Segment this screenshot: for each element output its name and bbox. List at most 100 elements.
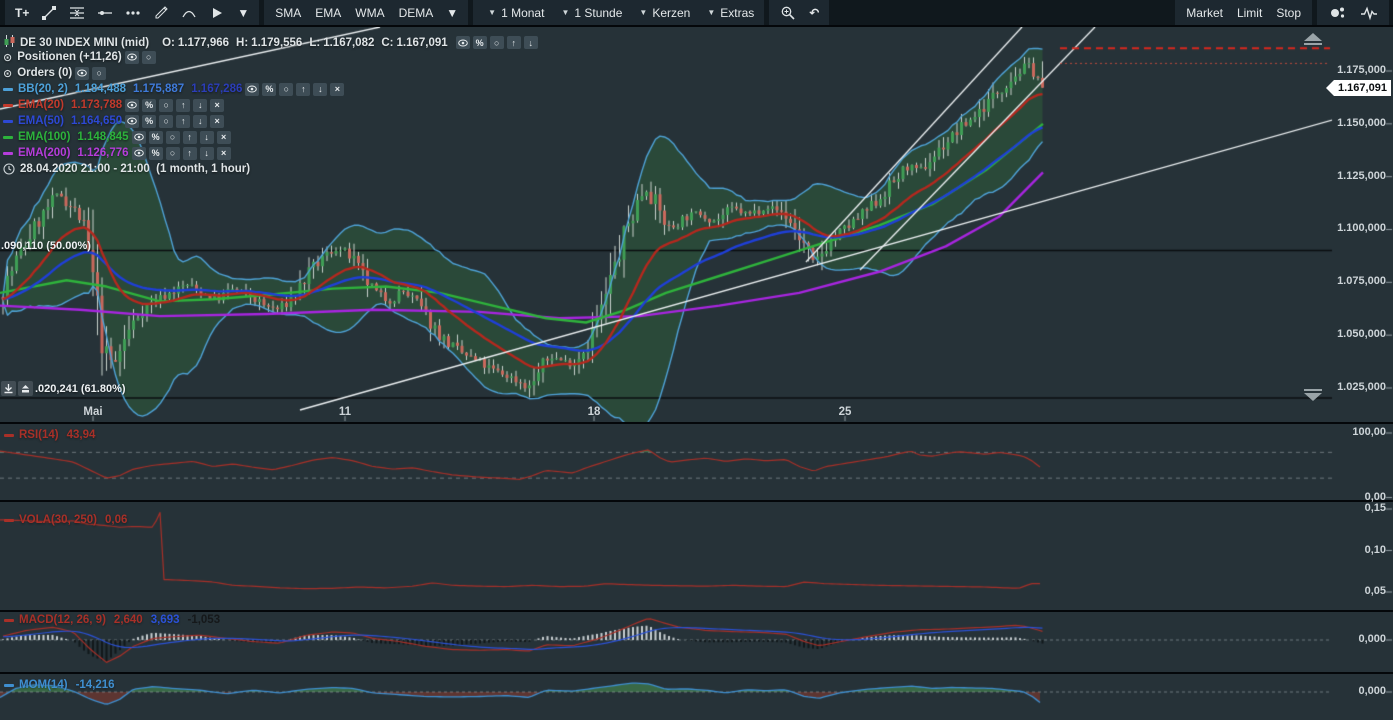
down-icon-button[interactable]: ↓: [199, 130, 214, 144]
ema50-label: EMA(50): [18, 115, 65, 127]
up-icon-button[interactable]: ↑: [182, 130, 197, 144]
eye-icon-button[interactable]: [75, 66, 90, 80]
time-tick-label: 11: [338, 406, 352, 418]
eye-icon-button[interactable]: [125, 114, 140, 128]
trendline-icon: [42, 5, 57, 20]
ma-indicator-caret[interactable]: ▼: [440, 0, 464, 25]
macd-value: 2,640: [113, 614, 143, 626]
arc-tool-button[interactable]: [175, 0, 203, 25]
legend-row-ema100: EMA(100) 1.148,845% ○ ↑ ↓ ×: [3, 129, 344, 145]
horizontal-line-tool-button[interactable]: [91, 0, 119, 25]
market-order-button[interactable]: Market: [1179, 0, 1230, 25]
down-icon-button[interactable]: ↓: [199, 146, 214, 160]
percent-icon-button[interactable]: %: [472, 36, 487, 49]
eye-icon-button[interactable]: [125, 98, 140, 112]
instrument-name: DE 30 INDEX MINI (mid): [20, 36, 150, 49]
zoom-button[interactable]: [773, 0, 803, 25]
price-tick-label: 1.050,000: [1337, 328, 1386, 341]
fib-618-text: .020,241 (61.80%): [35, 382, 126, 395]
high-value: 1.179,556: [251, 36, 303, 49]
extras-dropdown[interactable]: ▼ Extras: [696, 6, 760, 20]
legend-row-ema20: EMA(20) 1.173,788% ○ ↑ ↓ ×: [3, 97, 344, 113]
up-icon-button[interactable]: ↑: [176, 98, 191, 112]
percent-icon-button[interactable]: %: [148, 130, 163, 144]
price-tick-label: 1.150,000: [1337, 116, 1386, 129]
circle-icon-button[interactable]: ○: [159, 114, 174, 128]
percent-icon-button[interactable]: %: [262, 82, 277, 96]
eye-icon-button[interactable]: [124, 50, 139, 64]
separator-vola-macd: [0, 610, 1393, 612]
interval-dropdown-label: 1 Stunde: [574, 5, 623, 20]
percent-icon-button[interactable]: %: [142, 98, 157, 112]
vola-name: VOLA(30, 250): [19, 514, 97, 526]
limit-order-button[interactable]: Limit: [1230, 0, 1269, 25]
price-tick-label: 1.175,000: [1337, 64, 1386, 76]
eye-icon-button[interactable]: [131, 130, 146, 144]
down-icon-button[interactable]: ↓: [193, 114, 208, 128]
interval-dropdown[interactable]: ▼ 1 Stunde: [550, 6, 628, 20]
eye-icon-button[interactable]: [245, 82, 260, 96]
circle-icon-button[interactable]: ○: [141, 50, 156, 64]
period-dropdown[interactable]: ▼ 1 Monat: [477, 6, 550, 20]
mom-indicator-label: MOM(14) -14,216: [4, 679, 115, 691]
wma-button[interactable]: WMA: [348, 0, 391, 25]
percent-icon-button[interactable]: %: [142, 114, 157, 128]
depth-bubbles-icon-button[interactable]: [1321, 0, 1353, 25]
undo-button[interactable]: ↶: [803, 0, 825, 25]
orders-label: Orders (0): [17, 67, 73, 79]
ema100-swatch: [3, 135, 13, 139]
close-icon-button[interactable]: ×: [216, 146, 231, 160]
vola-tick-label: 0,15: [1364, 502, 1386, 514]
close-icon-button[interactable]: ×: [216, 130, 231, 144]
toolbar: T+ ▼ SMA EMA WMA DEMA ▼ ▼ 1 Monat ▼ 1 St…: [0, 0, 1393, 27]
scroll-up-icon: [1304, 33, 1322, 41]
fib-retracement-tool-button[interactable]: [63, 0, 91, 25]
circle-icon-button[interactable]: ○: [279, 82, 294, 96]
circle-icon-button[interactable]: ○: [165, 146, 180, 160]
chart-type-dropdown[interactable]: ▼ Kerzen: [628, 6, 696, 20]
circle-icon-button[interactable]: ○: [489, 36, 504, 49]
time-tick-label: Mai: [83, 406, 103, 418]
scroll-up-button[interactable]: [1300, 33, 1326, 45]
eye-icon-button[interactable]: [131, 146, 146, 160]
up-icon-button[interactable]: ↑: [506, 36, 521, 49]
sma-button[interactable]: SMA: [268, 0, 308, 25]
arrow-tool-button[interactable]: [203, 0, 231, 25]
dema-button[interactable]: DEMA: [392, 0, 441, 25]
up-icon-button[interactable]: ↑: [296, 82, 311, 96]
up-icon-button[interactable]: ↑: [176, 114, 191, 128]
freehand-draw-tool-button[interactable]: [147, 0, 175, 25]
ema100-value-0: 1.148,845: [77, 131, 129, 143]
ema-button[interactable]: EMA: [308, 0, 348, 25]
up-icon-button[interactable]: ↑: [182, 146, 197, 160]
down-icon-button[interactable]: ↓: [523, 36, 538, 49]
instrument-actions: % ○ ↑ ↓: [453, 36, 538, 49]
dotted-line-tool-button[interactable]: [119, 0, 147, 25]
stop-order-button[interactable]: Stop: [1269, 0, 1308, 25]
time-axis[interactable]: Mai 11 18 25: [0, 404, 1332, 422]
text-tool-button[interactable]: T+: [9, 0, 35, 25]
scroll-down-button[interactable]: [1300, 389, 1326, 401]
circle-icon-button[interactable]: ○: [92, 66, 107, 80]
percent-icon-button[interactable]: %: [148, 146, 163, 160]
close-value: 1.167,091: [396, 36, 448, 49]
close-icon-button[interactable]: ×: [330, 82, 345, 96]
circle-icon-button[interactable]: ○: [165, 130, 180, 144]
high-label: H:: [236, 36, 249, 49]
macd-name: MACD(12, 26, 9): [19, 614, 106, 626]
caret-icon: ▼: [488, 8, 497, 17]
close-icon-button[interactable]: ×: [210, 114, 225, 128]
fib-anchor-icon[interactable]: [18, 381, 33, 396]
trendline-tool-button[interactable]: [35, 0, 63, 25]
circle-icon-button[interactable]: ○: [159, 98, 174, 112]
pulse-icon-button[interactable]: [1353, 0, 1385, 25]
caret-icon: ▼: [561, 8, 570, 17]
down-icon-button[interactable]: ↓: [193, 98, 208, 112]
download-icon[interactable]: [1, 381, 16, 396]
eye-icon-button[interactable]: [455, 36, 470, 49]
close-icon-button[interactable]: ×: [210, 98, 225, 112]
down-icon-button[interactable]: ↓: [313, 82, 328, 96]
drawing-tools-caret[interactable]: ▼: [231, 0, 255, 25]
scroll-down-bar: [1304, 389, 1322, 391]
fib-retracement-icon: [70, 6, 85, 19]
